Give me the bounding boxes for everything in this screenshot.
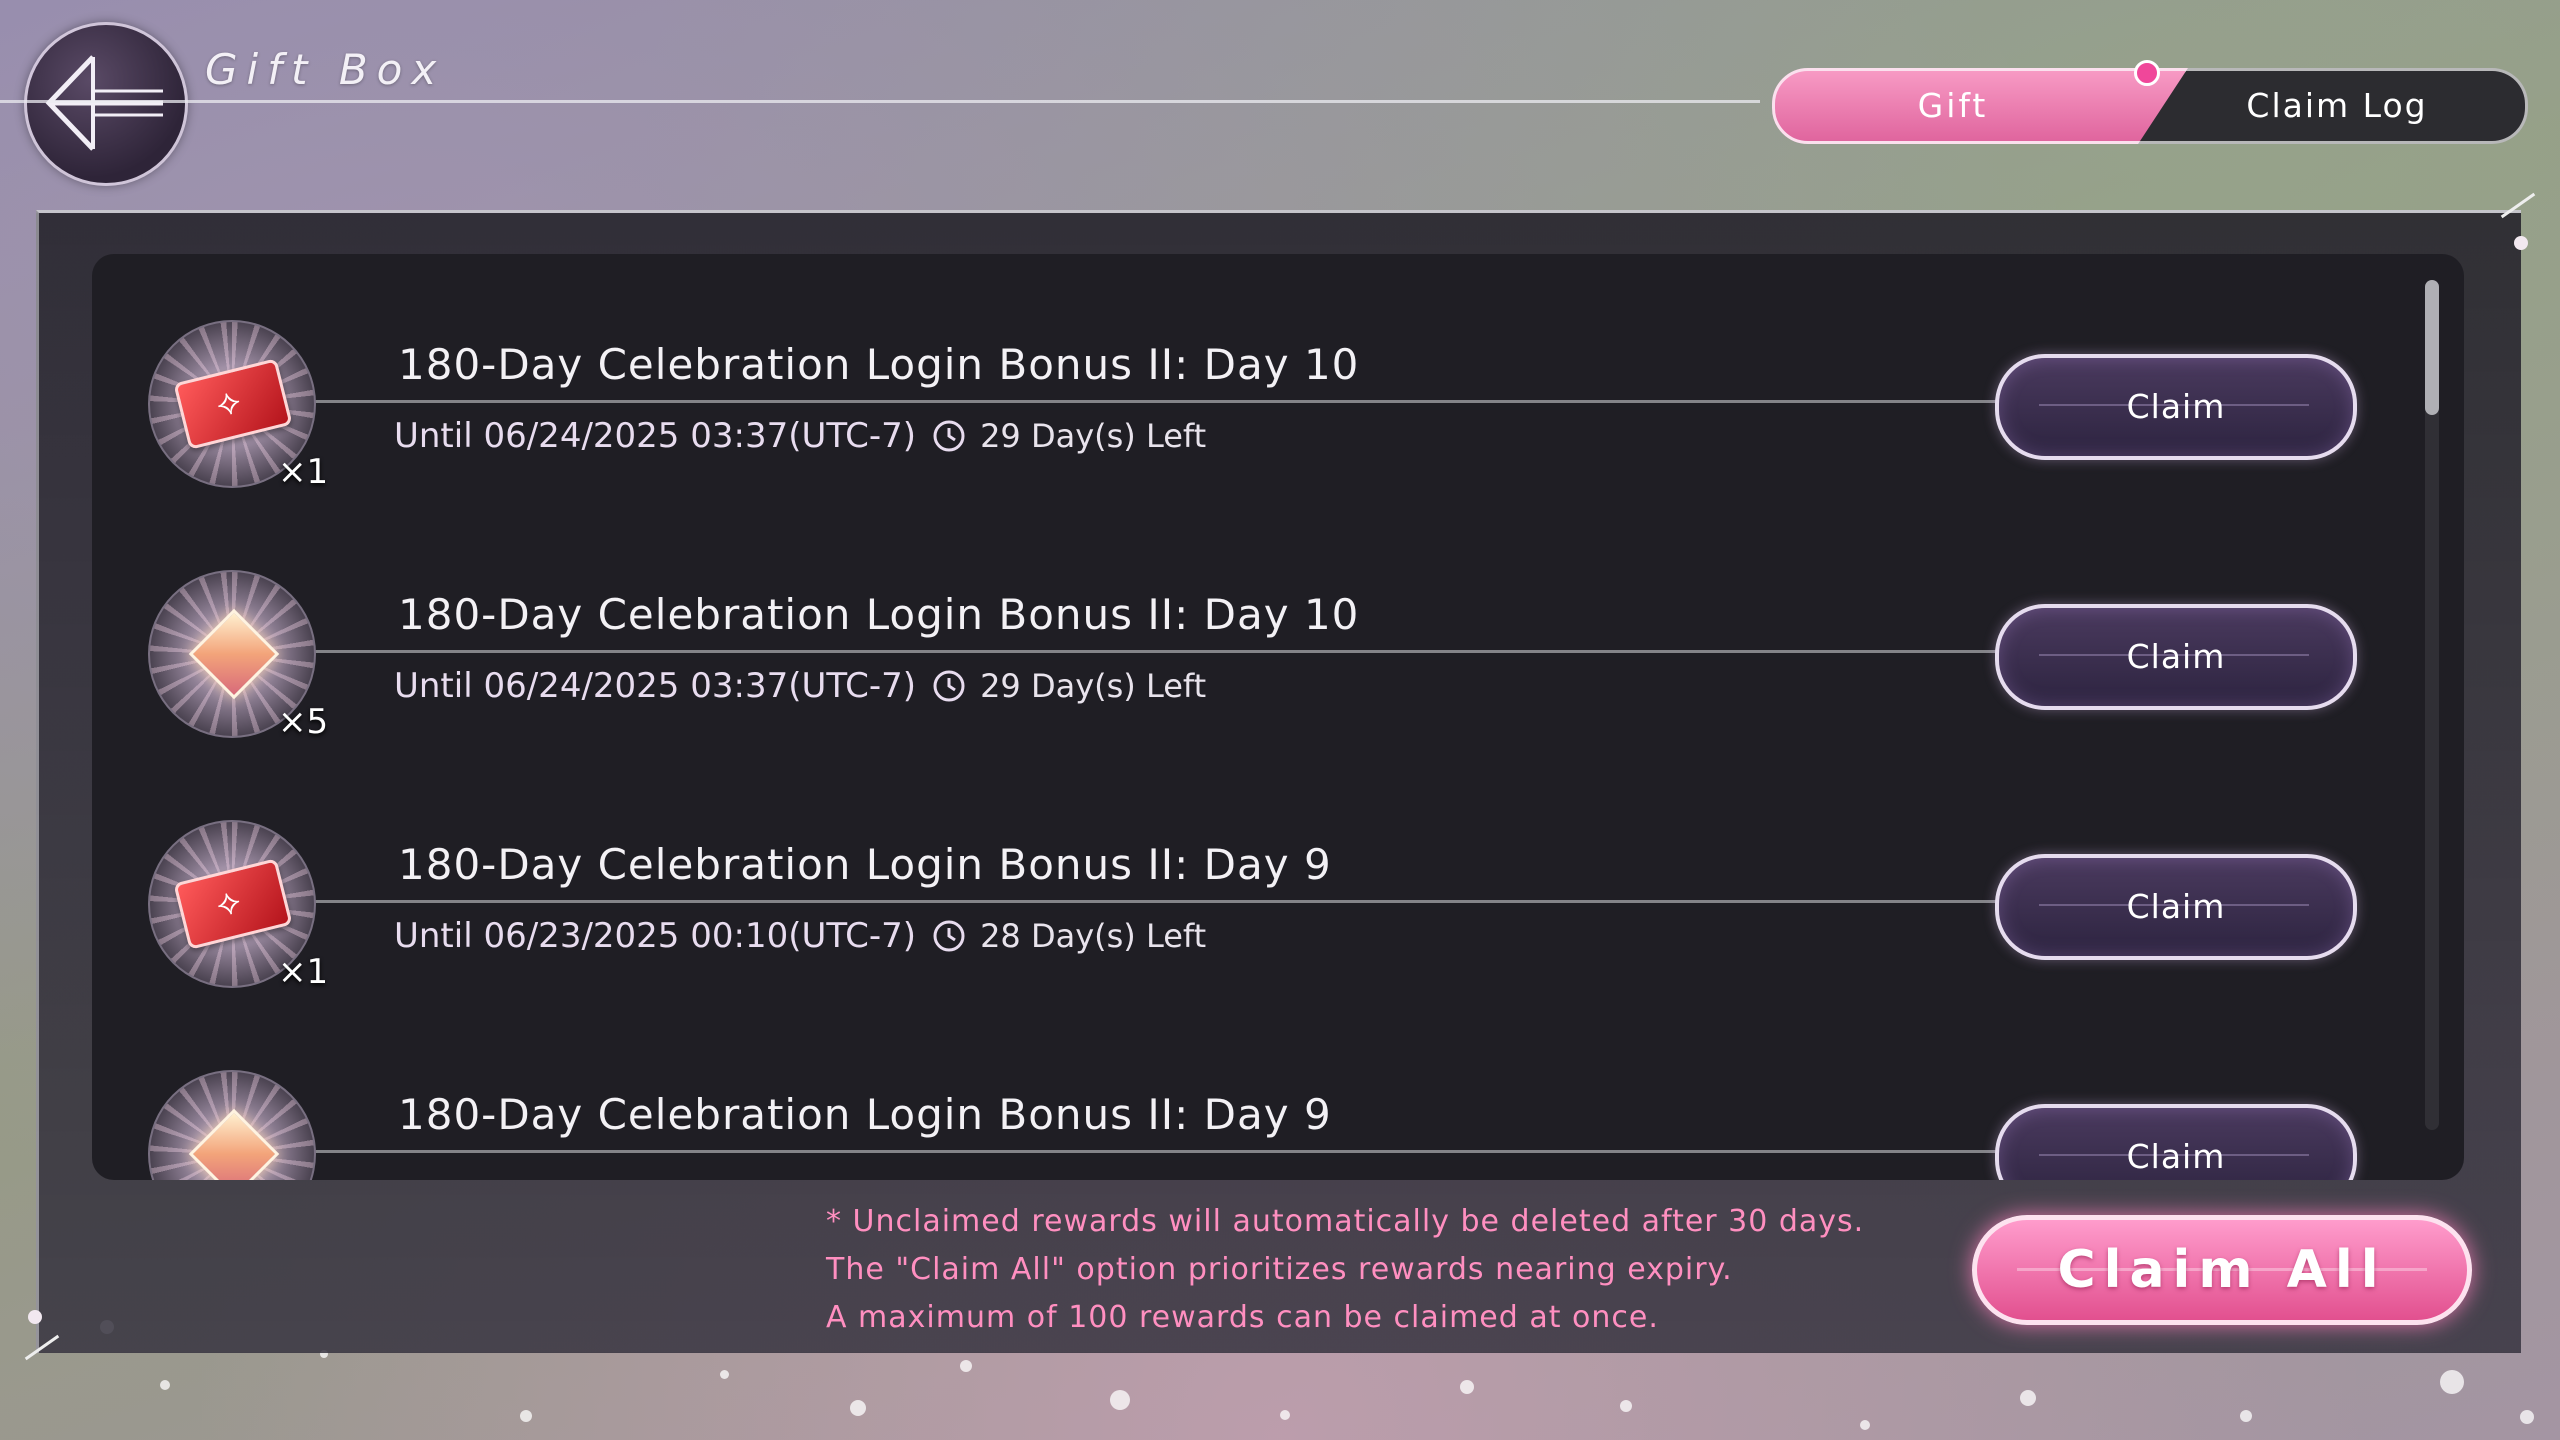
gift-title: 180-Day Celebration Login Bonus II: Day … (398, 1090, 1332, 1139)
crystal-gem-icon: ×5 (148, 570, 328, 742)
tab-claim-log-label[interactable]: Claim Log (2152, 68, 2522, 144)
red-ticket-icon: ×1 (148, 820, 328, 992)
crystal-gem-icon (148, 1070, 316, 1180)
claim-all-button[interactable]: Claim All (1972, 1215, 2472, 1325)
claim-notes: * Unclaimed rewards will automatically b… (826, 1198, 1864, 1342)
note-line: * Unclaimed rewards will automatically b… (826, 1204, 1865, 1239)
scrollbar-thumb[interactable] (2425, 280, 2439, 415)
expiry-date: Until 06/24/2025 03:37(UTC-7) (394, 666, 917, 706)
gift-title: 180-Day Celebration Login Bonus II: Day … (398, 340, 1360, 389)
claim-button[interactable]: Claim (1995, 604, 2357, 710)
days-left: 29 Day(s) Left (980, 417, 1207, 455)
panel-corner-dot (2514, 236, 2528, 250)
scrollbar[interactable] (2425, 280, 2439, 1130)
notification-dot (2134, 60, 2160, 86)
note-line: The "Claim All" option prioritizes rewar… (826, 1252, 1733, 1287)
gift-title: 180-Day Celebration Login Bonus II: Day … (398, 840, 1332, 889)
expiry-date: Until 06/23/2025 00:10(UTC-7) (394, 916, 917, 956)
claim-button[interactable]: Claim (1995, 854, 2357, 960)
gift-row: 180-Day Celebration Login Bonus II: Day … (92, 1028, 2464, 1180)
gift-title: 180-Day Celebration Login Bonus II: Day … (398, 590, 1360, 639)
gift-list[interactable]: ×1 180-Day Celebration Login Bonus II: D… (92, 254, 2464, 1180)
clock-icon (933, 420, 965, 452)
gift-expiry: Until 06/23/2025 00:10(UTC-7) 28 Day(s) … (394, 916, 1206, 956)
clock-icon (933, 920, 965, 952)
claim-button[interactable]: Claim (1995, 1104, 2357, 1180)
clock-icon (933, 670, 965, 702)
back-button[interactable] (24, 22, 188, 186)
gift-row: ×1 180-Day Celebration Login Bonus II: D… (92, 278, 2464, 528)
item-quantity: ×1 (278, 452, 329, 492)
tab-bar: Claim Log Gift (1772, 60, 2528, 144)
tab-gift-label[interactable]: Gift (1772, 68, 2134, 144)
gift-row: ×5 180-Day Celebration Login Bonus II: D… (92, 528, 2464, 778)
days-left: 29 Day(s) Left (980, 667, 1207, 705)
gift-row: ×1 180-Day Celebration Login Bonus II: D… (92, 778, 2464, 1028)
back-arrow-icon (45, 55, 163, 151)
header-divider (0, 100, 1760, 103)
claim-button[interactable]: Claim (1995, 354, 2357, 460)
red-ticket-icon: ×1 (148, 320, 328, 492)
page-title: Gift Box (205, 45, 446, 94)
gift-expiry: Until 06/24/2025 03:37(UTC-7) 29 Day(s) … (394, 416, 1206, 456)
days-left: 28 Day(s) Left (980, 917, 1207, 955)
item-quantity: ×5 (278, 702, 329, 742)
item-quantity: ×1 (278, 952, 329, 992)
note-line: A maximum of 100 rewards can be claimed … (826, 1300, 1659, 1335)
gift-expiry: Until 06/24/2025 03:37(UTC-7) 29 Day(s) … (394, 666, 1206, 706)
panel-corner-dot (28, 1310, 42, 1324)
expiry-date: Until 06/24/2025 03:37(UTC-7) (394, 416, 917, 456)
